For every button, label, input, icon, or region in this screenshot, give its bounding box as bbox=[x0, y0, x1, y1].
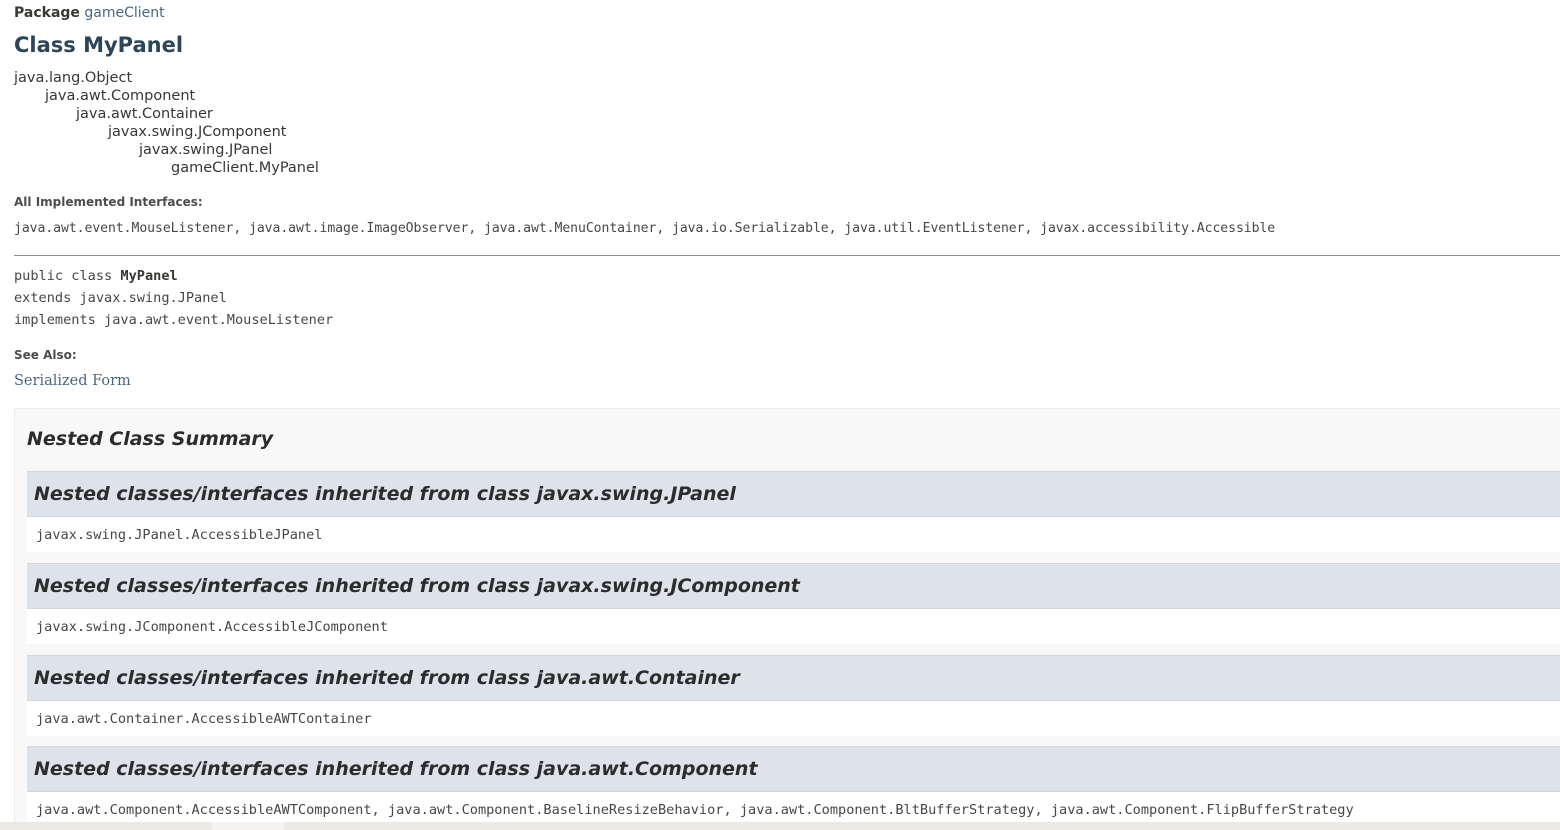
package-link[interactable]: gameClient bbox=[84, 5, 164, 21]
inherited-class-list: java.awt.Component.AccessibleAWTComponen… bbox=[36, 802, 1354, 818]
signature-prefix: public class bbox=[14, 268, 121, 284]
section-divider bbox=[14, 255, 1560, 256]
nested-class-summary-title: Nested Class Summary bbox=[27, 428, 274, 450]
inherited-section-header: Nested classes/interfaces inherited from… bbox=[27, 746, 1560, 792]
package-label: Package bbox=[14, 5, 80, 21]
scrollbar-thumb[interactable] bbox=[212, 822, 284, 830]
interfaces-heading: All Implemented Interfaces: bbox=[14, 195, 203, 209]
see-also-heading: See Also: bbox=[14, 348, 77, 362]
signature-line-implements: implements java.awt.event.MouseListener bbox=[14, 312, 334, 328]
interfaces-list: java.awt.event.MouseListener, java.awt.i… bbox=[14, 221, 1276, 236]
page-title: Class MyPanel bbox=[14, 33, 184, 57]
inherited-section-header: Nested classes/interfaces inherited from… bbox=[27, 471, 1560, 517]
signature-class-name: MyPanel bbox=[120, 268, 178, 284]
inherited-class-list: javax.swing.JComponent.AccessibleJCompon… bbox=[36, 619, 388, 635]
inherited-class-list: javax.swing.JPanel.AccessibleJPanel bbox=[36, 527, 323, 543]
nested-class-summary: Nested Class Summary Nested classes/inte… bbox=[14, 408, 1560, 822]
horizontal-scrollbar[interactable] bbox=[0, 822, 1560, 830]
inherited-section-header: Nested classes/interfaces inherited from… bbox=[27, 655, 1560, 701]
hierarchy-item: javax.swing.JComponent bbox=[108, 124, 287, 140]
hierarchy-item: java.lang.Object bbox=[14, 70, 133, 86]
inherited-section-title: Nested classes/interfaces inherited from… bbox=[34, 483, 736, 505]
hierarchy-item: javax.swing.JPanel bbox=[139, 142, 273, 158]
package-line: Package gameClient bbox=[14, 4, 165, 22]
inheritance-tree: java.lang.Object java.awt.Component java… bbox=[14, 69, 319, 177]
serialized-form-link[interactable]: Serialized Form bbox=[14, 371, 131, 391]
class-signature: public class MyPanel extends javax.swing… bbox=[14, 265, 333, 331]
inherited-section-body: java.awt.Container.AccessibleAWTContaine… bbox=[27, 701, 1560, 736]
inherited-section-title: Nested classes/interfaces inherited from… bbox=[34, 667, 740, 689]
hierarchy-item: java.awt.Component bbox=[45, 88, 196, 104]
signature-line-declaration: public class MyPanel bbox=[14, 265, 333, 287]
inherited-class-list: java.awt.Container.AccessibleAWTContaine… bbox=[36, 711, 372, 727]
inherited-section-body: javax.swing.JPanel.AccessibleJPanel bbox=[27, 517, 1560, 552]
inherited-section-title: Nested classes/interfaces inherited from… bbox=[34, 575, 800, 597]
hierarchy-item: java.awt.Container bbox=[76, 106, 213, 122]
inherited-section-header: Nested classes/interfaces inherited from… bbox=[27, 563, 1560, 609]
signature-line-extends: extends javax.swing.JPanel bbox=[14, 290, 227, 306]
inherited-section-title: Nested classes/interfaces inherited from… bbox=[34, 758, 758, 780]
javadoc-page: Package gameClient Class MyPanel java.la… bbox=[0, 0, 1560, 822]
inherited-section-body: java.awt.Component.AccessibleAWTComponen… bbox=[27, 792, 1560, 822]
hierarchy-item-current: gameClient.MyPanel bbox=[171, 160, 319, 176]
inherited-section-body: javax.swing.JComponent.AccessibleJCompon… bbox=[27, 609, 1560, 644]
